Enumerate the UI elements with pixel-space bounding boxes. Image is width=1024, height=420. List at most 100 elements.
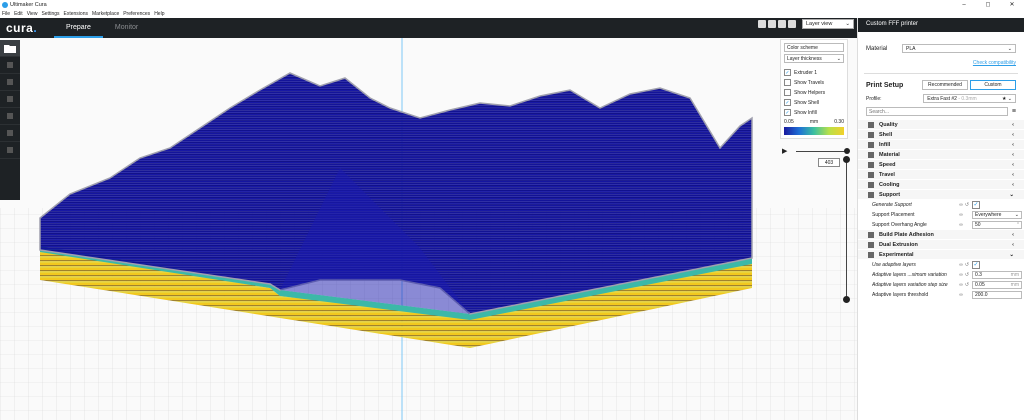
menu-view[interactable]: View	[27, 11, 38, 17]
setting-value: 50	[975, 222, 981, 228]
build-plate-scene[interactable]	[0, 18, 857, 420]
chevron-left-icon: ‹	[1012, 241, 1014, 248]
menu-file[interactable]: File	[2, 11, 10, 17]
mirror-tool-button[interactable]	[0, 108, 20, 125]
category-dual-extrusion[interactable]: Dual Extrusion ‹	[858, 240, 1024, 250]
mode-recommended-button[interactable]: Recommended	[922, 80, 968, 90]
reset-icon[interactable]: ↺	[964, 272, 970, 278]
checkbox[interactable]: ✓	[784, 69, 791, 76]
category-quality[interactable]: Quality ‹	[858, 120, 1024, 130]
chevron-down-icon: ⌄	[1009, 251, 1014, 258]
check-show-shell[interactable]: ✓ Show Shell	[784, 98, 844, 107]
layer-number-box[interactable]: 403	[818, 158, 840, 167]
generate-support-checkbox[interactable]: ✓	[972, 201, 980, 209]
view-3d-icon[interactable]	[758, 20, 766, 28]
menu-extensions[interactable]: Extensions	[64, 11, 88, 17]
open-file-button[interactable]	[0, 40, 20, 57]
menu-help[interactable]: Help	[154, 11, 164, 17]
play-icon[interactable]: ▶	[782, 147, 787, 155]
layer-slider[interactable]: ▶ 403	[780, 146, 850, 306]
horizontal-handle[interactable]	[844, 148, 850, 154]
view-mode-select[interactable]: Layer view ⌄	[802, 19, 854, 29]
move-tool-button[interactable]	[0, 57, 20, 74]
rotate-tool-button[interactable]	[0, 91, 20, 108]
category-travel[interactable]: Travel ‹	[858, 170, 1024, 180]
view-top-icon[interactable]	[778, 20, 786, 28]
checkbox[interactable]	[784, 79, 791, 86]
check-show-infill[interactable]: ✓ Show Infill	[784, 108, 844, 117]
mode-custom-button[interactable]: Custom	[970, 80, 1016, 90]
printer-header[interactable]: Custom FFF printer	[858, 18, 1024, 32]
menu-settings[interactable]: Settings	[41, 11, 59, 17]
maximize-button[interactable]: ◻	[976, 0, 1000, 10]
link-icon[interactable]: ∞	[958, 212, 964, 218]
tab-monitor[interactable]: Monitor	[103, 18, 150, 38]
check-show-helpers[interactable]: Show Helpers	[784, 88, 844, 97]
layer-view-panel: Color scheme Layer thickness ⌄ ✓ Extruder…	[780, 39, 848, 139]
adhesion-icon	[868, 231, 874, 238]
overhang-angle-input[interactable]: 50 °	[972, 221, 1022, 229]
category-material[interactable]: Material ‹	[858, 150, 1024, 160]
vertical-handle-top[interactable]	[843, 156, 850, 163]
scale-tool-button[interactable]	[0, 74, 20, 91]
step-size-input[interactable]: 0.05 mm	[972, 281, 1022, 289]
setting-adaptive-threshold: Adaptive layers threshold ∞ 200.0	[858, 290, 1024, 300]
vertical-track[interactable]	[846, 158, 847, 298]
support-blocker-button[interactable]	[0, 142, 20, 159]
category-experimental[interactable]: Experimental ⌄	[858, 250, 1024, 260]
category-support[interactable]: Support ⌄	[858, 190, 1024, 200]
settings-search-input[interactable]	[866, 107, 1008, 116]
reset-icon[interactable]: ↺	[964, 202, 970, 208]
checkbox[interactable]: ✓	[784, 109, 791, 116]
check-extruder-1[interactable]: ✓ Extruder 1	[784, 68, 844, 77]
setting-value: 200.0	[975, 292, 988, 298]
left-toolbar	[0, 40, 20, 200]
category-label: Material	[879, 151, 900, 158]
horizontal-track[interactable]	[796, 151, 848, 152]
view-side-icon[interactable]	[788, 20, 796, 28]
adaptive-layers-checkbox[interactable]: ✓	[972, 261, 980, 269]
category-label: Experimental	[879, 251, 914, 258]
profile-select[interactable]: Extra Fast #2 - 0.3mm ★ ⌄	[923, 94, 1016, 103]
category-build-plate-adhesion[interactable]: Build Plate Adhesion ‹	[858, 230, 1024, 240]
menu-preferences[interactable]: Preferences	[123, 11, 150, 17]
category-label: Cooling	[879, 181, 900, 188]
close-button[interactable]: ✕	[1000, 0, 1024, 10]
category-label: Infill	[879, 141, 891, 148]
menu-edit[interactable]: Edit	[14, 11, 23, 17]
category-speed[interactable]: Speed ‹	[858, 160, 1024, 170]
view-front-icon[interactable]	[768, 20, 776, 28]
support-placement-select[interactable]: Everywhere ⌄	[972, 211, 1022, 219]
minimize-button[interactable]: –	[952, 0, 976, 10]
check-label: Show Travels	[794, 79, 825, 86]
setting-label: Support Placement	[872, 212, 915, 218]
menu-icon[interactable]: ≡	[1012, 108, 1016, 115]
chevron-down-icon: ⌄	[1009, 191, 1014, 198]
category-label: Build Plate Adhesion	[879, 231, 934, 238]
material-select[interactable]: PLA ⌄	[902, 44, 1016, 53]
link-icon[interactable]: ∞	[958, 222, 964, 228]
print-setup-title: Print Setup	[866, 81, 904, 89]
setting-support-placement: Support Placement ∞ Everywhere ⌄	[858, 210, 1024, 220]
max-variation-input[interactable]: 0.3 mm	[972, 271, 1022, 279]
per-model-settings-button[interactable]	[0, 125, 20, 142]
check-label: Show Infill	[794, 109, 817, 116]
category-shell[interactable]: Shell ‹	[858, 130, 1024, 140]
category-cooling[interactable]: Cooling ‹	[858, 180, 1024, 190]
threshold-input[interactable]: 200.0	[972, 291, 1022, 299]
color-scheme-select[interactable]: Layer thickness ⌄	[784, 54, 844, 63]
vertical-handle-bottom[interactable]	[843, 296, 850, 303]
experimental-icon	[868, 251, 874, 258]
viewport-3d[interactable]: cura. Prepare Monitor Layer view ⌄ Color…	[0, 18, 857, 420]
category-infill[interactable]: Infill ‹	[858, 140, 1024, 150]
checkbox[interactable]: ✓	[784, 99, 791, 106]
checkbox[interactable]	[784, 89, 791, 96]
link-icon[interactable]: ∞	[958, 292, 964, 298]
tab-prepare[interactable]: Prepare	[54, 18, 103, 38]
reset-icon[interactable]: ↺	[964, 262, 970, 268]
menu-marketplace[interactable]: Marketplace	[92, 11, 119, 17]
check-show-travels[interactable]: Show Travels	[784, 78, 844, 87]
cooling-icon	[868, 181, 874, 188]
move-icon	[7, 62, 13, 68]
reset-icon[interactable]: ↺	[964, 282, 970, 288]
